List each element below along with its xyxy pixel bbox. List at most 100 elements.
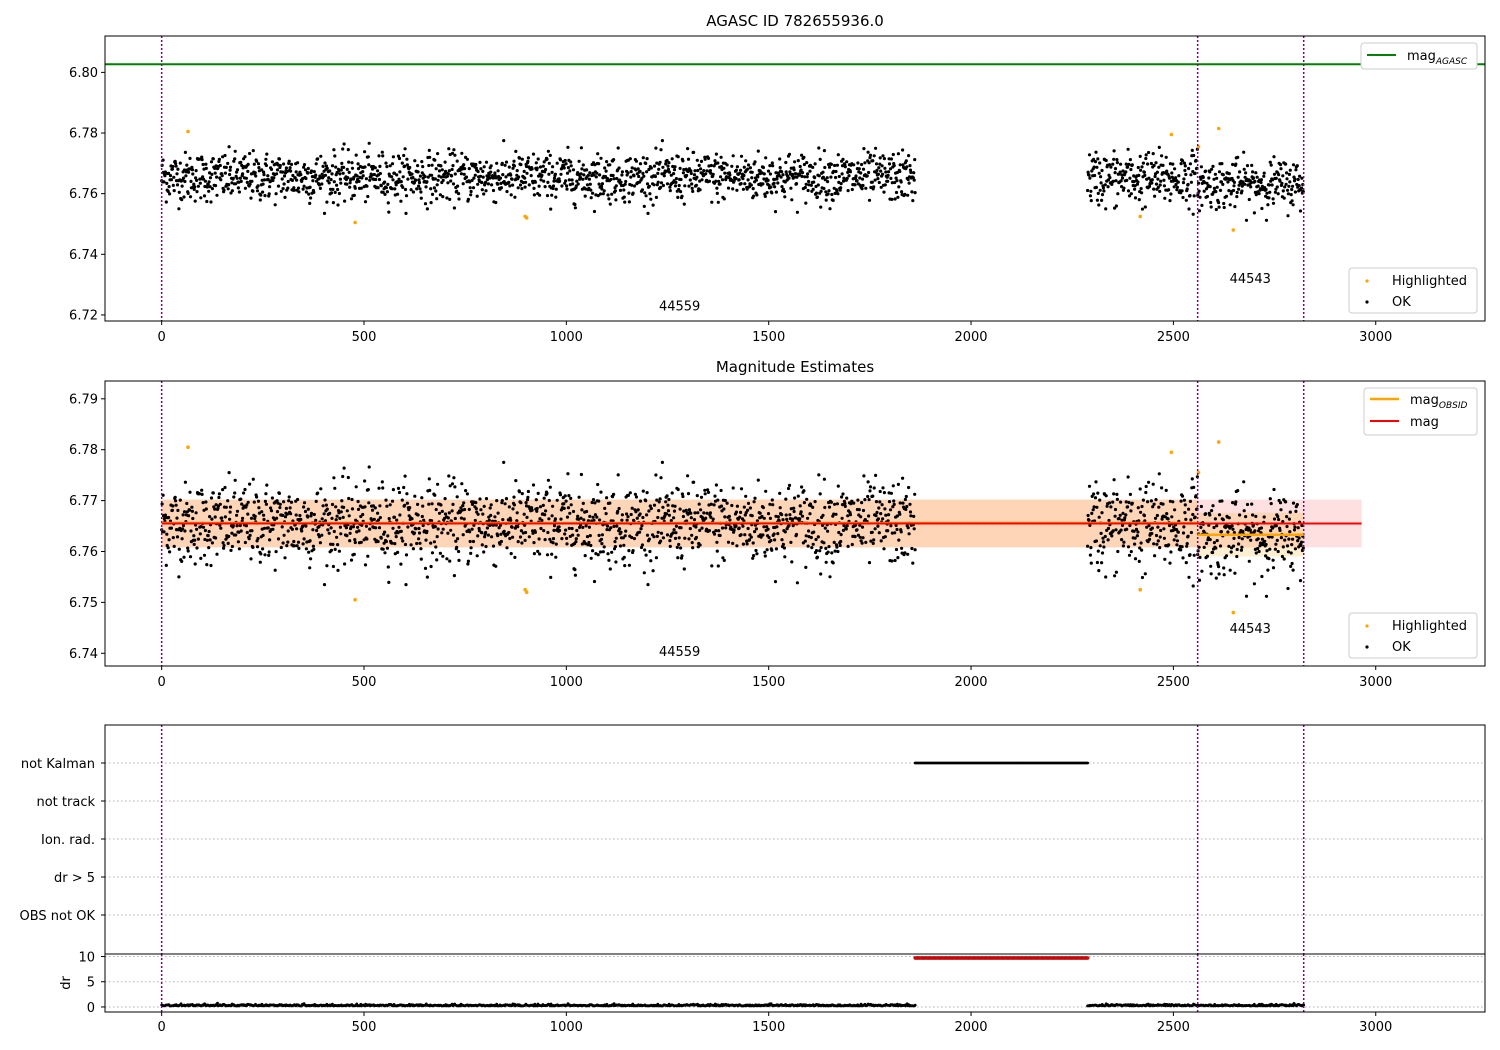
ok-point <box>579 516 583 520</box>
ok-point <box>719 155 723 159</box>
ok-point <box>551 184 556 188</box>
ok-point <box>174 499 178 503</box>
ok-point <box>1189 173 1193 177</box>
ok-point <box>1247 197 1251 202</box>
ok-point <box>1265 549 1269 553</box>
ok-point <box>484 189 488 193</box>
ok-point <box>452 574 456 578</box>
ok-point <box>164 200 168 204</box>
ok-point <box>579 472 584 477</box>
ok-point <box>1192 153 1196 158</box>
ok-point <box>862 474 866 478</box>
ok-point <box>285 544 289 548</box>
ok-point <box>383 551 387 555</box>
ok-point <box>731 541 735 546</box>
ok-point <box>802 489 806 493</box>
ok-point <box>689 171 693 176</box>
ok-point <box>390 187 394 191</box>
ok-point <box>744 159 748 163</box>
ok-point <box>453 153 457 157</box>
ok-point <box>618 188 623 192</box>
ok-point <box>795 210 800 214</box>
ok-point <box>417 181 422 185</box>
ok-point <box>236 540 240 544</box>
ok-point <box>1244 515 1248 519</box>
ok-point <box>892 164 896 168</box>
ok-point <box>596 482 600 487</box>
ok-point <box>644 499 648 503</box>
ok-point <box>719 488 723 493</box>
ok-point <box>755 552 759 556</box>
ok-point <box>543 538 547 542</box>
ok-point <box>1264 187 1268 192</box>
ok-point <box>847 174 851 178</box>
y-tick-label: 6.76 <box>69 545 98 560</box>
ok-point <box>655 534 659 539</box>
ok-point <box>277 491 281 495</box>
ok-point <box>589 543 593 548</box>
ok-point <box>1176 180 1180 184</box>
ok-point <box>504 175 508 179</box>
ok-point <box>782 546 787 550</box>
ok-point <box>545 553 550 557</box>
ok-point <box>288 506 292 510</box>
ok-point <box>569 503 573 507</box>
ok-point <box>898 501 902 505</box>
ok-point <box>654 473 658 477</box>
ok-point <box>467 167 471 171</box>
ok-legend-label: OK <box>1392 640 1411 655</box>
ok-point <box>587 525 592 529</box>
ok-point <box>1285 188 1290 192</box>
ok-point <box>574 537 578 541</box>
ok-point <box>564 499 568 503</box>
ok-point <box>838 543 842 548</box>
ok-point <box>278 502 282 506</box>
ok-point <box>1170 515 1174 519</box>
ok-point <box>881 517 885 521</box>
ok-point <box>1155 170 1159 174</box>
ok-point <box>337 191 341 196</box>
ok-point <box>172 175 176 179</box>
highlighted-point <box>353 220 357 225</box>
ok-point <box>848 513 853 517</box>
ok-point <box>490 183 494 187</box>
ok-point <box>805 175 809 179</box>
ok-point <box>676 556 680 560</box>
ok-point <box>1100 511 1104 515</box>
ok-point <box>376 186 380 190</box>
ok-point <box>399 180 403 184</box>
ok-point <box>588 514 592 519</box>
y-tick-label: 6.78 <box>69 127 98 142</box>
ok-point <box>463 167 467 171</box>
ok-point <box>325 564 329 568</box>
ok-point <box>638 512 642 516</box>
ok-point <box>447 169 451 173</box>
ok-point <box>878 500 882 504</box>
ok-point <box>377 526 382 530</box>
ok-point <box>882 190 886 194</box>
ok-point <box>233 491 237 495</box>
ok-point <box>1250 502 1254 506</box>
ok-point <box>899 530 903 534</box>
ok-point <box>361 170 365 174</box>
ok-point <box>756 478 760 482</box>
ok-point <box>893 558 897 563</box>
ok-point <box>625 518 629 522</box>
ok-point <box>1114 204 1118 208</box>
ok-point <box>174 503 178 507</box>
ok-point <box>807 529 811 533</box>
ok-point <box>579 172 583 176</box>
ok-point <box>645 513 649 517</box>
ok-point <box>1121 169 1125 173</box>
ok-point <box>815 555 820 559</box>
ok-point <box>332 529 336 534</box>
ok-point <box>691 189 695 193</box>
ok-point <box>1088 194 1092 198</box>
ok-point <box>859 171 863 175</box>
ok-point <box>320 533 324 537</box>
y-tick-label: 6.78 <box>69 443 98 458</box>
ok-point <box>542 529 546 533</box>
ok-point <box>836 484 840 488</box>
ok-point <box>251 477 255 481</box>
ok-point <box>614 184 618 188</box>
